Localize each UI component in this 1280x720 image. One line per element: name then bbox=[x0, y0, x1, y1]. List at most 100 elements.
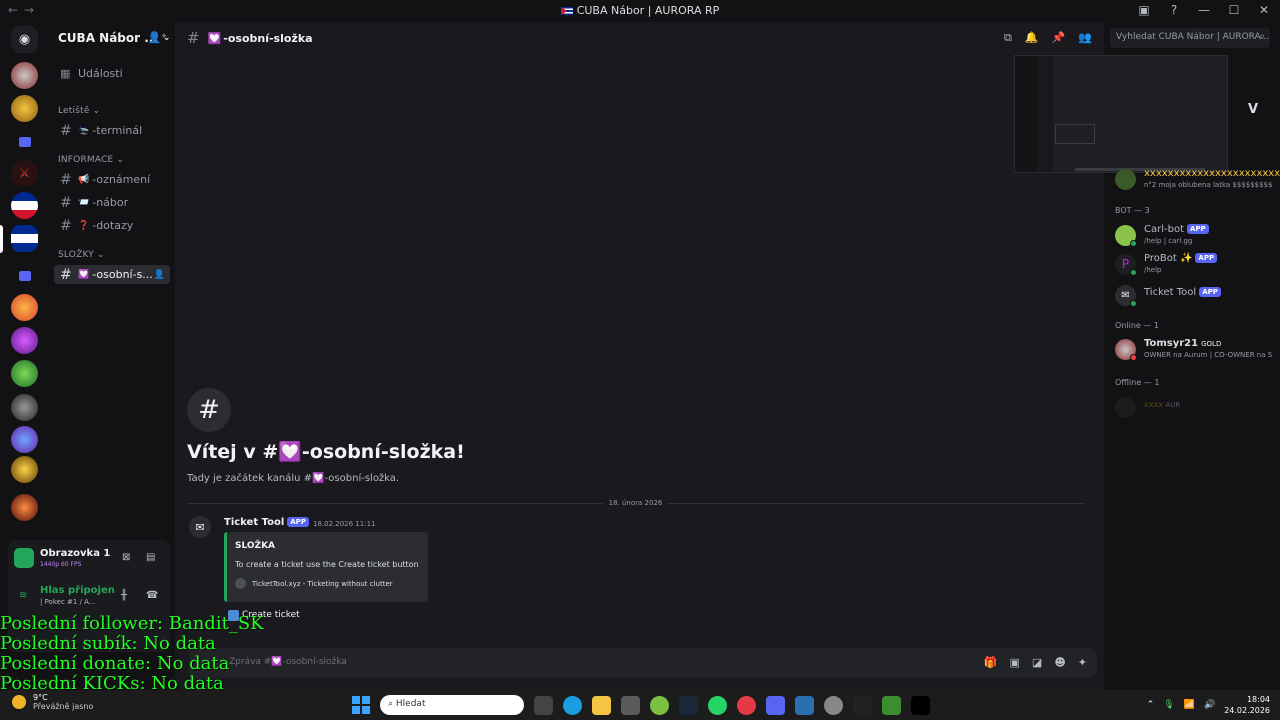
author-avatar[interactable]: ✉ bbox=[189, 516, 211, 538]
channel-oznameni[interactable]: # 📢 -oznámení bbox=[54, 170, 170, 189]
selected-server-pill bbox=[0, 225, 3, 253]
server-icon[interactable] bbox=[11, 360, 38, 387]
stop-stream-icon[interactable]: ⊠ bbox=[122, 552, 130, 563]
footer-icon bbox=[235, 578, 246, 589]
epic-games-icon[interactable] bbox=[911, 695, 930, 715]
weather-widget[interactable]: 9°C Převážně jasno bbox=[12, 693, 93, 711]
gift-icon[interactable]: 🎁 bbox=[984, 656, 998, 669]
channel-header: # 💟 -osobní-složka bbox=[175, 22, 1104, 54]
member-tomsyr21[interactable]: Tomsyr21 GOLD OWNER na Aurum | CO-OWNER n… bbox=[1115, 336, 1275, 364]
stream-settings-icon[interactable]: ▤ bbox=[146, 552, 155, 563]
obs-icon[interactable] bbox=[824, 695, 843, 715]
channel-dotazy[interactable]: # ❓ -dotazy bbox=[54, 216, 170, 235]
disconnect-icon[interactable]: ☎ bbox=[146, 590, 158, 601]
dnd-dot bbox=[1130, 354, 1137, 361]
capcut-icon[interactable] bbox=[853, 695, 872, 715]
threads-icon[interactable]: ⧉ bbox=[1004, 31, 1012, 45]
message-author[interactable]: Ticket Tool APP bbox=[224, 517, 309, 528]
xbox-icon[interactable] bbox=[650, 695, 669, 715]
embed-footer: TicketTool.xyz - Ticketing without clutt… bbox=[235, 578, 393, 589]
member-probot[interactable]: P ProBot ✨ APP /help bbox=[1115, 251, 1275, 279]
member-list-icon[interactable]: 👥 bbox=[1078, 31, 1092, 45]
preview-sidebar bbox=[1037, 56, 1053, 172]
server-icon[interactable] bbox=[11, 456, 38, 483]
category-slozky[interactable]: SLOŽKY ⌄ bbox=[58, 250, 105, 260]
invite-people-icon[interactable]: 👤⁺ bbox=[147, 31, 167, 44]
steam-icon[interactable] bbox=[679, 695, 698, 715]
channel-label: -oznámení bbox=[92, 173, 151, 186]
voice-status[interactable]: Hlas připojen bbox=[40, 585, 115, 596]
active-server-icon[interactable] bbox=[11, 225, 38, 252]
embed-title: SLOŽKA bbox=[235, 541, 276, 551]
add-member-icon[interactable]: 👤 bbox=[154, 270, 165, 280]
wifi-icon[interactable]: 📶 bbox=[1184, 700, 1195, 710]
channel-label: -dotazy bbox=[92, 219, 134, 232]
server-icon[interactable] bbox=[11, 95, 38, 122]
windows-taskbar: 9°C Převážně jasno ⌕ Hledat ⌃ 🎙 📶 🔊 18:0… bbox=[0, 690, 1280, 720]
bell-icon[interactable]: 🔔 bbox=[1025, 31, 1039, 45]
category-letiste[interactable]: Letiště ⌄ bbox=[58, 106, 100, 116]
server-icon[interactable] bbox=[11, 394, 38, 421]
volume-icon[interactable]: 🔊 bbox=[1204, 700, 1215, 710]
server-icon[interactable]: ⚔ bbox=[11, 160, 38, 187]
online-dot bbox=[1130, 240, 1137, 247]
clock[interactable]: 18:04 24.02.2026 bbox=[1224, 694, 1270, 716]
category-informace[interactable]: INFORMACE ⌄ bbox=[58, 155, 124, 165]
channel-terminal[interactable]: # 🛬 -terminál bbox=[54, 121, 170, 140]
member-name: Ticket Tool APP bbox=[1144, 287, 1221, 298]
noise-suppression-icon[interactable]: ╫ bbox=[121, 590, 127, 601]
server-icon[interactable] bbox=[11, 327, 38, 354]
microphone-icon[interactable]: 🎙 bbox=[1163, 700, 1174, 710]
minecraft-icon[interactable] bbox=[882, 695, 901, 715]
task-view-icon[interactable] bbox=[534, 695, 553, 715]
server-icon[interactable] bbox=[11, 426, 38, 453]
taskbar-search[interactable]: ⌕ Hledat bbox=[380, 695, 524, 715]
online-header: Online — 1 bbox=[1115, 321, 1159, 330]
member-ticket-tool[interactable]: ✉ Ticket Tool APP bbox=[1115, 282, 1275, 310]
maximize-button[interactable]: ☐ bbox=[1226, 3, 1242, 17]
apps-icon[interactable]: ✦ bbox=[1078, 656, 1087, 669]
emoji-icon[interactable]: ☻ bbox=[1054, 656, 1065, 669]
channel-label: -terminál bbox=[92, 124, 143, 137]
inbox-icon[interactable]: ▣ bbox=[1136, 3, 1152, 17]
close-button[interactable]: ✕ bbox=[1256, 3, 1272, 17]
whatsapp-icon[interactable] bbox=[708, 695, 727, 715]
member-carl-bot[interactable]: Carl-bot APP /help | carl.gg bbox=[1115, 222, 1275, 250]
server-icon[interactable] bbox=[11, 294, 38, 321]
message-composer[interactable]: Zpráva #💟-osobní-složka 🎁 ▣ ◪ ☻ ✦ bbox=[189, 648, 1097, 678]
hash-icon: # bbox=[60, 171, 72, 188]
sticker-icon[interactable]: ◪ bbox=[1032, 656, 1042, 669]
server-icon[interactable] bbox=[11, 494, 38, 521]
server-header[interactable]: CUBA Nábor ... ⌄ 👤⁺ bbox=[48, 22, 175, 54]
chevron-up-icon[interactable]: ⌃ bbox=[1147, 700, 1155, 710]
server-folder-icon[interactable] bbox=[11, 262, 38, 289]
channel-nabor[interactable]: # 📨 -nábor bbox=[54, 193, 170, 212]
help-icon[interactable]: ? bbox=[1166, 3, 1182, 17]
photos-icon[interactable] bbox=[795, 695, 814, 715]
discord-icon[interactable] bbox=[766, 695, 785, 715]
overlay-last-follower: Poslední follower: Bandit_SK bbox=[0, 613, 264, 634]
edge-icon[interactable] bbox=[563, 695, 582, 715]
store-icon[interactable] bbox=[621, 695, 640, 715]
overlay-last-donate: Poslední donate: No data bbox=[0, 653, 230, 674]
avatar bbox=[1115, 169, 1136, 190]
server-icon[interactable] bbox=[11, 62, 38, 89]
events-item[interactable]: ▦ Události bbox=[54, 64, 170, 83]
screen-share-icon bbox=[14, 548, 34, 568]
member-row[interactable]: xxxxxxxxxxxxxxxxxxxxxxxxx... n°2 moja ob… bbox=[1115, 166, 1280, 194]
signal-icon[interactable]: ≋ bbox=[19, 590, 27, 601]
gif-icon[interactable]: ▣ bbox=[1010, 656, 1020, 669]
opera-icon[interactable] bbox=[737, 695, 756, 715]
member-offline[interactable]: xxxx AUR bbox=[1115, 394, 1275, 422]
direct-messages-button[interactable]: ◉ bbox=[11, 26, 38, 53]
stream-preview[interactable] bbox=[1014, 55, 1228, 173]
server-icon[interactable] bbox=[11, 192, 38, 219]
pin-icon[interactable]: 📌 bbox=[1052, 31, 1066, 45]
channel-osobni-slozka[interactable]: # 💟 -osobní-s... 👤 bbox=[54, 265, 170, 284]
file-explorer-icon[interactable] bbox=[592, 695, 611, 715]
start-button[interactable] bbox=[352, 696, 370, 714]
server-folder-icon[interactable] bbox=[11, 128, 38, 155]
search-input[interactable]: Vyhledat CUBA Nábor | AURORA... ⌕ bbox=[1110, 28, 1270, 48]
minimize-button[interactable]: — bbox=[1196, 3, 1212, 17]
voice-channel[interactable]: | Pokec #1 / A... bbox=[40, 598, 96, 606]
